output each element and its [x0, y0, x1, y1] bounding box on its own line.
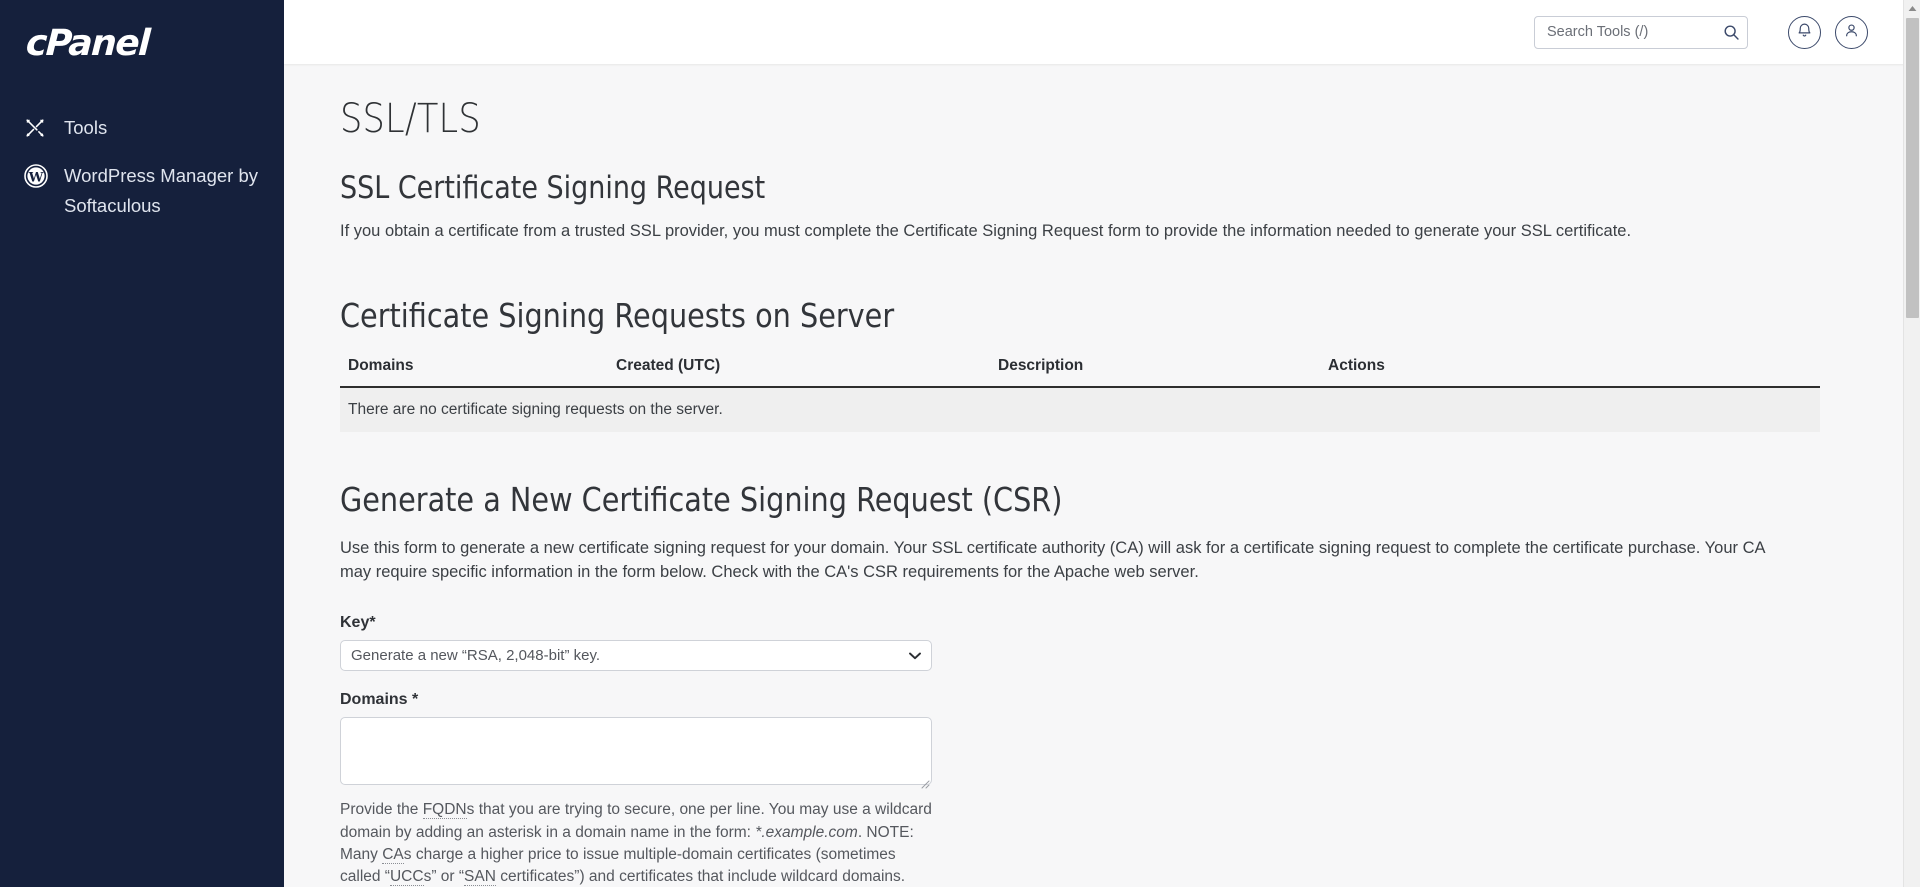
notifications-button[interactable]: [1788, 15, 1821, 49]
domains-help-text: Provide the FQDNs that you are trying to…: [340, 799, 932, 887]
vertical-scrollbar[interactable]: [1903, 0, 1920, 887]
help-example-domain: *.example.com: [755, 823, 858, 841]
key-select[interactable]: Generate a new “RSA, 2,048-bit” key.: [340, 640, 932, 672]
key-field-label: Key*: [340, 614, 376, 632]
search-input[interactable]: [1534, 15, 1748, 49]
cpanel-logo[interactable]: cPanel: [0, 0, 284, 64]
column-header-description: Description: [998, 356, 1084, 374]
sidebar: cPanel Tools W WordPress Manager by Soft…: [0, 0, 284, 887]
generate-section-description: Use this form to generate a new certific…: [340, 538, 1765, 581]
help-part-1: Provide the: [340, 801, 423, 819]
page-content: SSL/TLS SSL Certificate Signing Request …: [284, 64, 1920, 887]
sidebar-nav: Tools W WordPress Manager by Softaculous: [0, 104, 284, 230]
app-root: cPanel Tools W WordPress Manager by Soft…: [0, 0, 1920, 887]
help-part-6: certificates”) and certificates that inc…: [495, 868, 906, 886]
bell-icon: [1796, 22, 1813, 42]
key-select-wrap: Generate a new “RSA, 2,048-bit” key.: [340, 640, 932, 672]
wordpress-icon: W: [24, 162, 54, 190]
scrollbar-thumb[interactable]: [1906, 18, 1919, 318]
sidebar-item-wordpress-manager[interactable]: W WordPress Manager by Softaculous: [0, 152, 284, 230]
csr-section-heading: SSL Certificate Signing Request: [340, 170, 766, 206]
sidebar-item-tools-label: Tools: [64, 117, 108, 138]
abbr-ca[interactable]: CA: [382, 845, 404, 864]
user-icon: [1843, 22, 1860, 42]
csr-section-description: If you obtain a certificate from a trust…: [340, 222, 1632, 240]
csr-table-empty-message: There are no certificate signing request…: [340, 387, 1820, 432]
abbr-ucc[interactable]: UCC: [389, 868, 424, 887]
csr-table-header-row: Domains Created (UTC) Description Action…: [340, 357, 1820, 388]
column-header-domains: Domains: [348, 356, 414, 374]
generate-section-heading: Generate a New Certificate Signing Reque…: [340, 479, 1063, 519]
abbr-san[interactable]: SAN: [464, 868, 496, 887]
domains-field-label: Domains *: [340, 691, 419, 709]
domains-textarea[interactable]: [340, 717, 932, 786]
main-area: SSL/TLS SSL Certificate Signing Request …: [284, 0, 1920, 887]
column-header-created: Created (UTC): [616, 356, 721, 374]
search-icon[interactable]: [1722, 23, 1740, 41]
sidebar-item-wordpress-manager-label: WordPress Manager by Softaculous: [64, 164, 258, 216]
scrollbar-up-arrow-icon[interactable]: [1904, 0, 1920, 17]
svg-text:W: W: [28, 170, 44, 185]
column-header-actions: Actions: [1328, 356, 1385, 374]
tools-icon: [24, 114, 54, 142]
abbr-fqdn[interactable]: FQDN: [422, 801, 467, 820]
sidebar-item-tools[interactable]: Tools: [0, 104, 284, 152]
help-part-5: s” or “: [423, 868, 465, 886]
table-section-heading: Certificate Signing Requests on Server: [340, 295, 895, 335]
domains-textarea-wrap: [340, 717, 932, 790]
search-box: [1534, 15, 1748, 49]
top-header: [284, 0, 1920, 64]
cpanel-logo-text: cPanel: [24, 23, 151, 64]
page-title: SSL/TLS: [340, 96, 481, 142]
csr-form: Key* Generate a new “RSA, 2,048-bit” key…: [340, 614, 1864, 887]
csr-table: Domains Created (UTC) Description Action…: [340, 357, 1820, 432]
account-button[interactable]: [1835, 15, 1868, 49]
